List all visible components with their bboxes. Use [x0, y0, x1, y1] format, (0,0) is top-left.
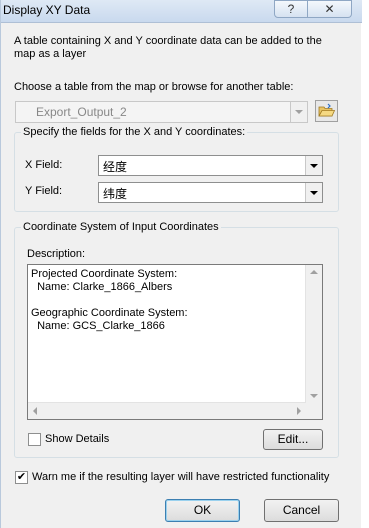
ok-button[interactable]: OK	[165, 499, 240, 522]
show-details-checkbox[interactable]	[28, 433, 41, 446]
dialog-title: Display XY Data	[3, 3, 91, 17]
coordinate-system-legend: Coordinate System of Input Coordinates	[23, 221, 219, 233]
scroll-down-icon[interactable]	[310, 394, 318, 398]
title-bar[interactable]: Display XY Data ? ✕	[1, 0, 362, 23]
horizontal-scrollbar[interactable]	[28, 402, 306, 419]
warn-restricted-label[interactable]: Warn me if the resulting layer will have…	[32, 471, 329, 483]
dialog-description: A table containing X and Y coordinate da…	[14, 35, 322, 60]
x-field-value: 经度	[103, 160, 128, 174]
help-icon: ?	[287, 2, 295, 16]
y-field-dropdown[interactable]: 纬度	[98, 182, 323, 203]
scroll-right-icon[interactable]	[297, 407, 301, 415]
xy-fields-legend: Specify the fields for the X and Y coord…	[23, 126, 246, 138]
scroll-up-icon[interactable]	[310, 270, 318, 274]
close-icon: ✕	[324, 2, 335, 16]
chevron-down-icon	[305, 156, 322, 175]
help-button[interactable]: ?	[274, 0, 308, 18]
x-field-dropdown[interactable]: 经度	[98, 155, 323, 176]
close-button[interactable]: ✕	[308, 0, 352, 18]
open-folder-icon	[318, 103, 336, 117]
chevron-down-icon	[290, 102, 307, 122]
cancel-button[interactable]: Cancel	[264, 499, 339, 522]
coordinate-description-box[interactable]: Projected Coordinate System: Name: Clark…	[27, 264, 323, 420]
display-xy-data-dialog: Display XY Data ? ✕ A table containing X…	[0, 0, 362, 528]
vertical-scrollbar[interactable]	[305, 265, 322, 403]
coordinate-description-text: Projected Coordinate System: Name: Clark…	[31, 268, 188, 332]
table-dropdown[interactable]: Export_Output_2	[15, 101, 308, 123]
scroll-left-icon[interactable]	[33, 407, 37, 415]
x-field-label: X Field:	[25, 159, 63, 171]
y-field-label: Y Field:	[25, 185, 63, 197]
chevron-down-icon	[305, 183, 322, 202]
warn-restricted-checkbox[interactable]: ✔	[15, 471, 28, 484]
scrollbar-corner	[306, 403, 322, 419]
y-field-value: 纬度	[103, 187, 128, 201]
checkmark-icon: ✔	[16, 471, 27, 483]
table-chooser-label: Choose a table from the map or browse fo…	[14, 81, 294, 93]
show-details-label[interactable]: Show Details	[45, 433, 109, 445]
table-dropdown-value: Export_Output_2	[36, 105, 127, 119]
description-label: Description:	[27, 248, 86, 260]
edit-button[interactable]: Edit...	[263, 429, 323, 450]
browse-button[interactable]	[315, 100, 338, 122]
